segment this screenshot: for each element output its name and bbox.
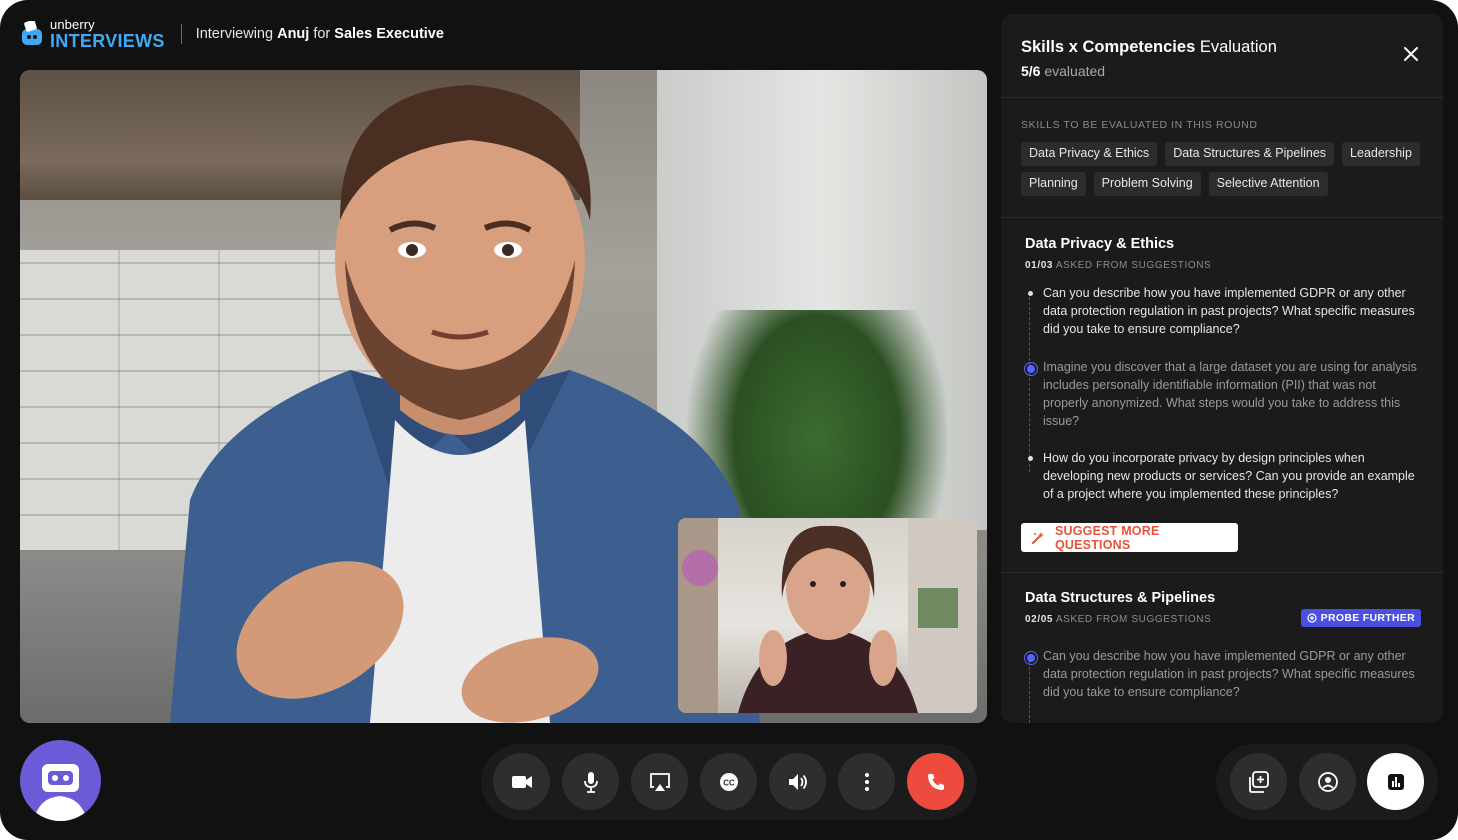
unberry-logo-icon bbox=[20, 21, 44, 47]
add-participant-icon bbox=[1248, 770, 1269, 793]
camera-button[interactable] bbox=[493, 753, 550, 810]
evaluated-count: 5/6 bbox=[1021, 63, 1041, 79]
call-controls: CC bbox=[481, 744, 977, 820]
side-controls bbox=[1216, 744, 1438, 820]
panel-divider bbox=[1001, 217, 1443, 218]
skill-section-header: Data Privacy & Ethics 01/03 ASKED FROM S… bbox=[1025, 236, 1421, 271]
asked-check-icon bbox=[1024, 362, 1038, 376]
candidate-video[interactable] bbox=[20, 70, 987, 723]
svg-text:CC: CC bbox=[723, 778, 735, 787]
closed-captions-icon: CC bbox=[719, 772, 738, 791]
close-icon bbox=[1404, 47, 1418, 61]
question-item[interactable]: How do you incorporate privacy by design… bbox=[1025, 449, 1421, 503]
asked-label: ASKED FROM SUGGESTIONS bbox=[1053, 260, 1212, 271]
title-prefix: Interviewing bbox=[195, 26, 278, 42]
evaluated-status: 5/6 evaluated bbox=[1021, 63, 1277, 79]
speaker-icon bbox=[788, 773, 807, 790]
question-list: Can you describe how you have implemente… bbox=[1024, 647, 1421, 701]
skill-chip[interactable]: Selective Attention bbox=[1208, 171, 1328, 196]
speaker-button[interactable] bbox=[769, 753, 826, 810]
screen-share-button[interactable] bbox=[631, 753, 688, 810]
skill-chip[interactable]: Leadership bbox=[1342, 142, 1420, 166]
brand-big-text: INTERVIEWS bbox=[50, 31, 165, 51]
skills-chips: Data Privacy & Ethics Data Structures & … bbox=[1021, 142, 1421, 196]
evaluated-label: evaluated bbox=[1040, 63, 1106, 79]
magic-wand-icon bbox=[1031, 531, 1045, 545]
suggest-more-questions-button[interactable]: SUGGEST MORE QUESTIONS bbox=[1021, 523, 1238, 552]
candidate-name: Anuj bbox=[277, 26, 310, 42]
question-text: Can you describe how you have implemente… bbox=[1043, 649, 1415, 699]
brand-small-text: unberry bbox=[50, 17, 95, 32]
captions-button[interactable]: CC bbox=[700, 753, 757, 810]
question-list: Can you describe how you have implemente… bbox=[1024, 284, 1421, 503]
suggest-label: SUGGEST MORE QUESTIONS bbox=[1055, 523, 1160, 552]
asked-count: 01/03 bbox=[1025, 260, 1054, 271]
section-meta: 01/03 ASKED FROM SUGGESTIONS bbox=[1025, 260, 1421, 271]
skill-chip[interactable]: Data Structures & Pipelines bbox=[1165, 142, 1335, 166]
more-options-button[interactable] bbox=[838, 753, 895, 810]
record-button[interactable] bbox=[1299, 753, 1356, 810]
video-camera-icon bbox=[511, 775, 532, 788]
skill-chip[interactable]: Data Privacy & Ethics bbox=[1021, 142, 1158, 166]
microphone-button[interactable] bbox=[562, 753, 619, 810]
panel-title: Skills x Competencies Evaluation bbox=[1021, 38, 1277, 57]
probe-icon bbox=[1307, 613, 1317, 623]
role-name: Sales Executive bbox=[334, 26, 444, 42]
panel-title-bold: Skills x Competencies bbox=[1021, 38, 1196, 56]
close-panel-button[interactable] bbox=[1401, 44, 1421, 64]
section-title: Data Structures & Pipelines bbox=[1025, 590, 1216, 606]
panel-divider bbox=[1001, 572, 1443, 573]
more-options-icon bbox=[864, 772, 869, 791]
interview-app: unberry INTERVIEWS Interviewing Anuj for… bbox=[0, 0, 1458, 840]
assistant-bot-avatar[interactable] bbox=[20, 740, 101, 821]
skills-label: SKILLS TO BE EVALUATED IN THIS ROUND bbox=[1021, 119, 1258, 131]
probe-label: PROBE FURTHER bbox=[1320, 612, 1415, 624]
pending-dot-icon bbox=[1028, 456, 1033, 461]
add-participant-button[interactable] bbox=[1230, 753, 1287, 810]
interview-title: Interviewing Anuj for Sales Executive bbox=[196, 26, 444, 42]
probe-further-badge[interactable]: PROBE FURTHER bbox=[1300, 609, 1421, 627]
interviewer-video[interactable] bbox=[678, 518, 977, 713]
robot-icon bbox=[34, 764, 87, 821]
end-call-button[interactable] bbox=[907, 753, 964, 810]
asked-check-icon bbox=[1024, 651, 1038, 665]
question-text: How do you incorporate privacy by design… bbox=[1043, 451, 1415, 501]
record-icon bbox=[1317, 771, 1338, 792]
candidate-figure bbox=[150, 70, 770, 723]
asked-count: 02/05 bbox=[1025, 614, 1054, 625]
brand: unberry INTERVIEWS Interviewing Anuj for… bbox=[20, 18, 444, 50]
question-item[interactable]: Can you describe how you have implemente… bbox=[1025, 284, 1421, 338]
question-text: Can you describe how you have implemente… bbox=[1043, 286, 1415, 336]
end-call-icon bbox=[927, 773, 944, 790]
pending-dot-icon bbox=[1028, 291, 1033, 296]
section-title: Data Privacy & Ethics bbox=[1025, 236, 1175, 252]
panel-divider bbox=[1001, 97, 1443, 98]
evaluation-panel: Skills x Competencies Evaluation 5/6 eva… bbox=[1001, 14, 1443, 723]
header-divider bbox=[180, 24, 182, 44]
asked-label: ASKED FROM SUGGESTIONS bbox=[1053, 614, 1212, 625]
question-item[interactable]: Imagine you discover that a large datase… bbox=[1024, 358, 1421, 430]
microphone-icon bbox=[583, 771, 598, 793]
title-middle: for bbox=[309, 26, 335, 42]
skill-chip[interactable]: Planning bbox=[1021, 171, 1086, 196]
evaluation-button[interactable] bbox=[1367, 753, 1424, 810]
question-item[interactable]: Can you describe how you have implemente… bbox=[1024, 647, 1421, 701]
screen-share-icon bbox=[649, 772, 670, 791]
evaluation-chart-icon bbox=[1387, 773, 1404, 790]
question-text: Imagine you discover that a large datase… bbox=[1043, 360, 1417, 428]
skill-chip[interactable]: Problem Solving bbox=[1093, 171, 1201, 196]
panel-header: Skills x Competencies Evaluation 5/6 eva… bbox=[1021, 38, 1277, 79]
panel-title-rest: Evaluation bbox=[1195, 38, 1277, 56]
